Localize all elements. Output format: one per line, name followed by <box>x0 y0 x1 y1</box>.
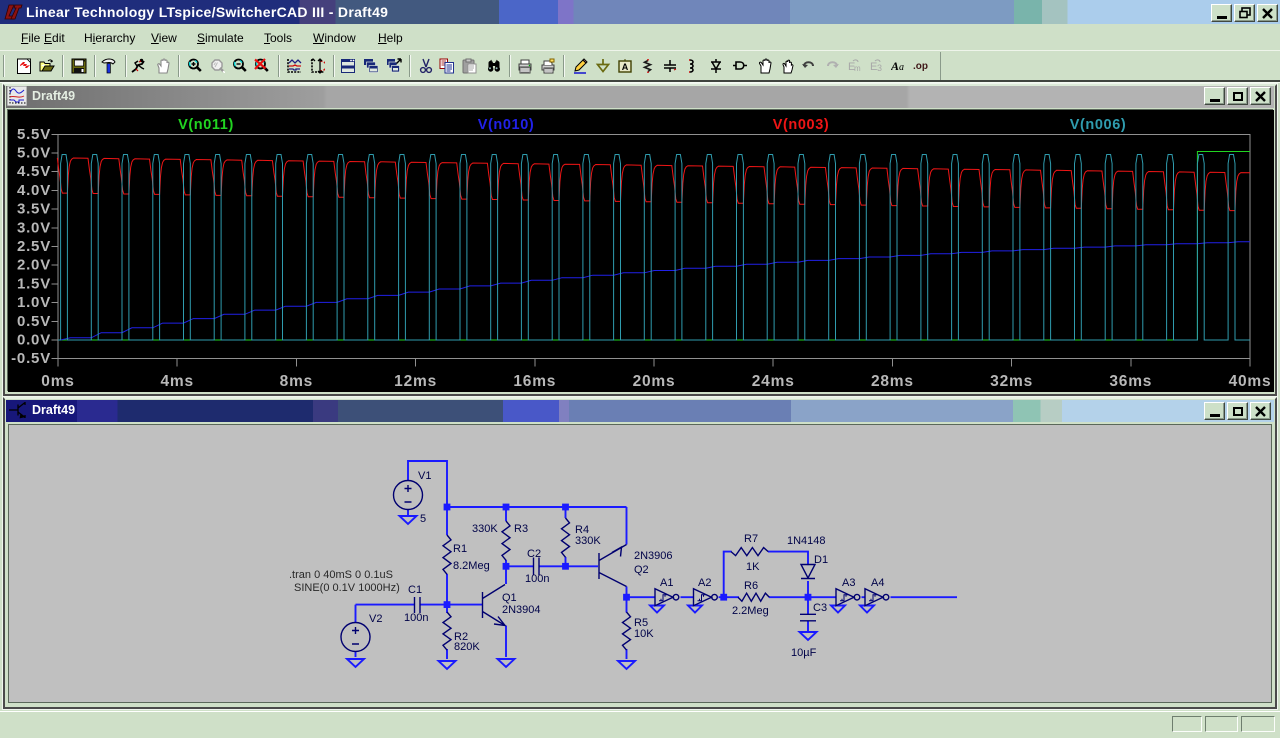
svg-text:.tran 0 40mS 0 0.1uS: .tran 0 40mS 0 0.1uS <box>289 569 393 581</box>
svg-text:2N3906: 2N3906 <box>634 550 673 562</box>
svg-text:5.0V: 5.0V <box>17 145 51 162</box>
svg-text:0ms: 0ms <box>41 373 74 390</box>
svg-text:V(n011): V(n011) <box>178 117 234 133</box>
svg-text:820K: 820K <box>454 641 480 653</box>
svg-text:A1: A1 <box>660 577 673 589</box>
svg-text:4ms: 4ms <box>160 373 193 390</box>
svg-text:Q1: Q1 <box>502 592 517 604</box>
svg-text:R7: R7 <box>744 533 758 545</box>
svg-text:C3: C3 <box>813 602 827 614</box>
svg-text:4.5V: 4.5V <box>17 163 51 180</box>
svg-text:8ms: 8ms <box>280 373 313 390</box>
svg-text:A: A <box>891 59 899 73</box>
svg-text:20ms: 20ms <box>633 373 676 390</box>
svg-text:4.0V: 4.0V <box>17 182 51 199</box>
svg-text:2.0V: 2.0V <box>17 257 51 274</box>
svg-text:A3: A3 <box>842 577 855 589</box>
svg-text:D1: D1 <box>814 554 828 566</box>
svg-text:0.5V: 0.5V <box>17 313 51 330</box>
svg-text:Q2: Q2 <box>634 564 649 576</box>
svg-text:10µF: 10µF <box>791 647 817 659</box>
svg-text:.op: .op <box>913 61 928 72</box>
svg-text:100n: 100n <box>525 573 549 585</box>
svg-text:A2: A2 <box>698 577 711 589</box>
svg-text:2.5V: 2.5V <box>17 238 51 255</box>
svg-text:330K: 330K <box>472 523 498 535</box>
svg-text:32ms: 32ms <box>990 373 1033 390</box>
svg-text:1.5V: 1.5V <box>17 275 51 292</box>
svg-text:V(n003): V(n003) <box>773 117 830 133</box>
svg-text:330K: 330K <box>575 535 601 547</box>
svg-text:5.5V: 5.5V <box>17 126 51 143</box>
svg-text:R3: R3 <box>514 523 528 535</box>
svg-text:8.2Meg: 8.2Meg <box>453 560 490 572</box>
svg-text:100n: 100n <box>404 612 428 624</box>
svg-text:SINE(0 0.1V 1000Hz): SINE(0 0.1V 1000Hz) <box>294 582 400 594</box>
svg-text:40ms: 40ms <box>1229 373 1272 390</box>
svg-text:V1: V1 <box>418 470 431 482</box>
svg-text:1N4148: 1N4148 <box>787 535 826 547</box>
svg-text:1K: 1K <box>746 561 760 573</box>
svg-text:24ms: 24ms <box>752 373 795 390</box>
svg-text:0.0V: 0.0V <box>17 332 51 349</box>
svg-text:C1: C1 <box>408 584 422 596</box>
svg-text:V(n010): V(n010) <box>478 117 535 133</box>
svg-text:A4: A4 <box>871 577 884 589</box>
svg-text:12ms: 12ms <box>394 373 437 390</box>
svg-text:R1: R1 <box>453 543 467 555</box>
svg-text:R6: R6 <box>744 580 758 592</box>
svg-text:36ms: 36ms <box>1109 373 1152 390</box>
svg-text:2N3904: 2N3904 <box>502 604 541 616</box>
svg-text:-0.5V: -0.5V <box>11 350 51 367</box>
svg-text:A: A <box>622 62 629 72</box>
svg-text:5: 5 <box>420 513 426 525</box>
svg-text:28ms: 28ms <box>871 373 914 390</box>
svg-text:3.0V: 3.0V <box>17 219 51 236</box>
svg-text:V2: V2 <box>369 613 382 625</box>
svg-text:a: a <box>899 62 904 73</box>
svg-text:10K: 10K <box>634 628 654 640</box>
svg-text:1.0V: 1.0V <box>17 294 51 311</box>
svg-text:2.2Meg: 2.2Meg <box>732 605 769 617</box>
svg-text:3: 3 <box>877 63 882 73</box>
svg-text:m: m <box>854 64 861 73</box>
svg-text:3.5V: 3.5V <box>17 201 51 218</box>
svg-text:V(n006): V(n006) <box>1070 117 1127 133</box>
svg-text:16ms: 16ms <box>513 373 556 390</box>
svg-text:C2: C2 <box>527 548 541 560</box>
